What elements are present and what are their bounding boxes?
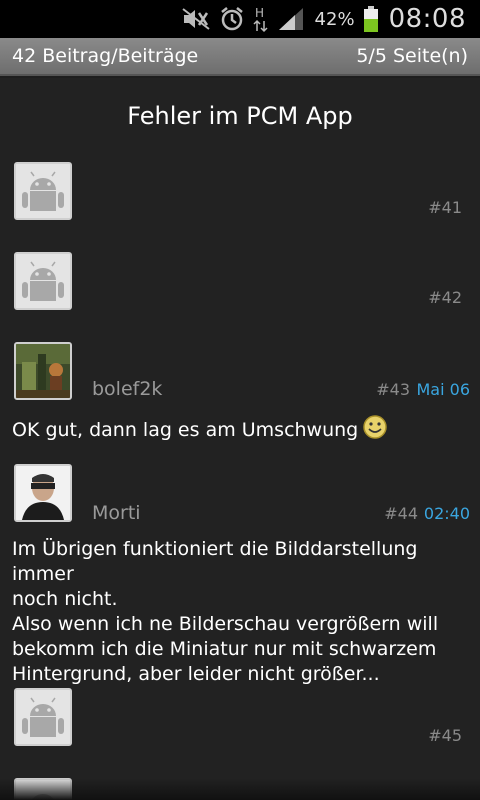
thread-title: Fehler im PCM App [127, 102, 353, 130]
post-text-line: noch nicht. [12, 588, 118, 610]
post-text-line: Im Übrigen funktioniert die Bilddarstell… [12, 538, 418, 585]
user-avatar[interactable] [14, 464, 72, 522]
post-item[interactable]: Morti #44 02:40 Im Übrigen funktioniert … [0, 464, 480, 685]
post-author[interactable]: bolef2k [92, 378, 162, 400]
post-time: Mai 06 [416, 380, 471, 399]
default-avatar-icon[interactable] [14, 252, 72, 310]
battery-percent: 42% [314, 8, 355, 30]
user-avatar[interactable] [14, 342, 72, 400]
post-text: OK gut, dann lag es am Umschwung [12, 414, 468, 447]
svg-text:H: H [255, 6, 264, 20]
post-item[interactable]: #42 [0, 252, 480, 332]
post-number: #42 [428, 288, 462, 307]
status-bar: H 42% 08:08 [0, 0, 480, 38]
clock: 08:08 [388, 4, 466, 34]
alarm-icon [219, 6, 245, 32]
post-text-line: bekomm ich die Miniatur nur mit schwarze… [12, 638, 437, 660]
post-item[interactable]: #45 [0, 688, 480, 768]
post-number: #43 [376, 380, 410, 399]
default-avatar-icon[interactable] [14, 688, 72, 746]
post-text-line: Hintergrund, aber leider nicht größer... [12, 663, 380, 685]
scroll-fade [0, 778, 480, 800]
post-text-line: Also wenn ich ne Bilderschau vergrößern … [12, 613, 439, 635]
thread-header-bar: 42 Beitrag/Beiträge 5/5 Seite(n) [0, 38, 480, 76]
post-number: #45 [428, 726, 462, 745]
post-time: 02:40 [423, 504, 470, 523]
default-avatar-icon[interactable] [14, 162, 72, 220]
battery-icon [363, 5, 379, 33]
page-indicator[interactable]: 5/5 Seite(n) [356, 45, 468, 67]
post-item[interactable]: bolef2k #43 Mai 06 OK gut, dann lag es a… [0, 342, 480, 452]
post-number: #44 [384, 504, 418, 523]
post-list[interactable]: Fehler im PCM App #41 #42 bolef2k #43 Ma… [0, 78, 480, 800]
post-text-content: OK gut, dann lag es am Umschwung [12, 419, 359, 441]
post-author[interactable]: Morti [92, 502, 141, 524]
post-number: #41 [428, 198, 462, 217]
post-item[interactable]: #41 [0, 162, 480, 242]
hsdpa-icon: H [253, 5, 269, 33]
signal-icon [277, 6, 305, 32]
smiley-icon [362, 414, 388, 447]
post-count: 42 Beitrag/Beiträge [12, 45, 199, 67]
post-text: Im Übrigen funktioniert die Bilddarstell… [12, 537, 468, 687]
mute-icon [181, 7, 211, 31]
